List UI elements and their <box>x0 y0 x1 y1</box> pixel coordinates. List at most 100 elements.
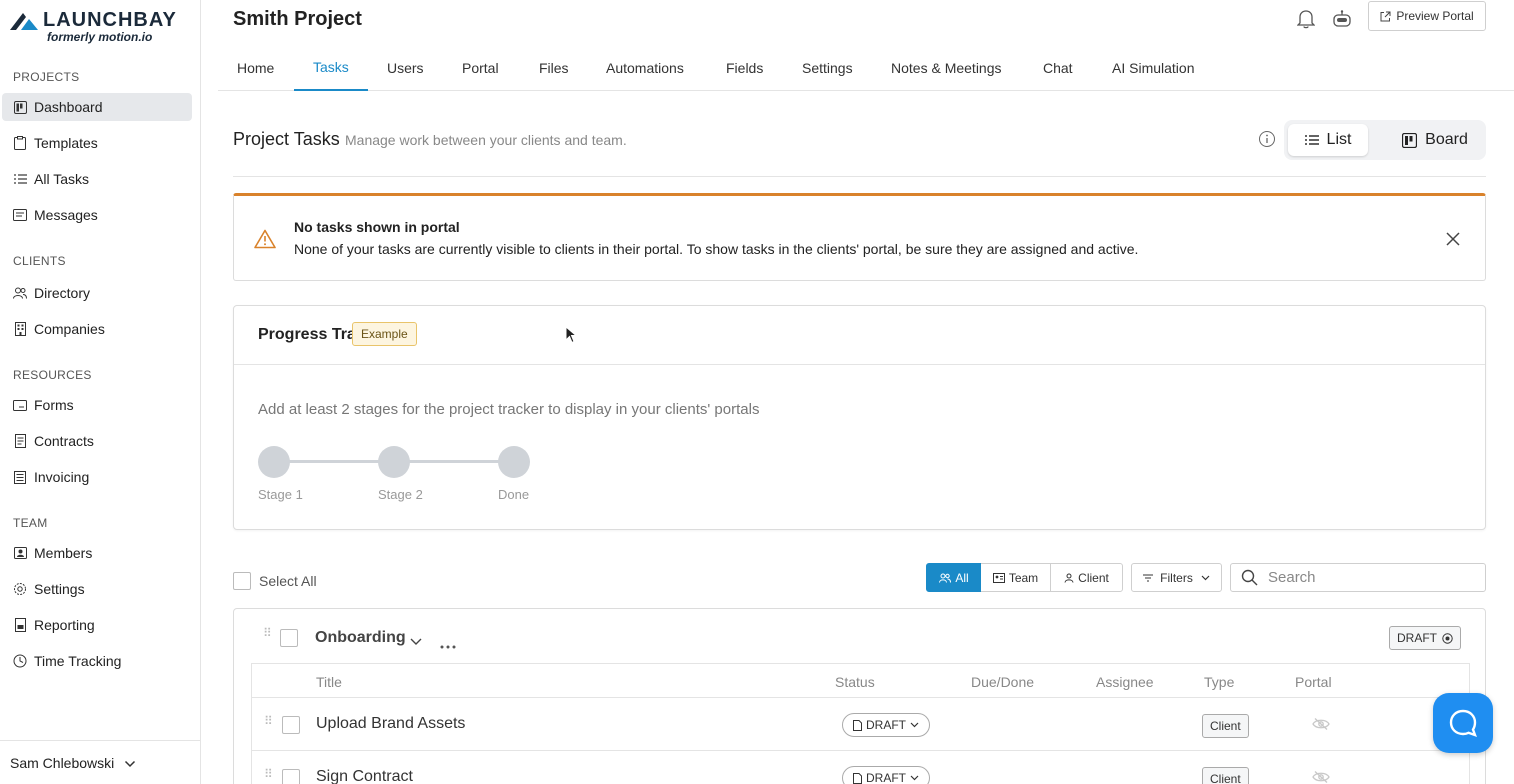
column-header-due-done[interactable]: Due/Done <box>971 674 1034 690</box>
select-all[interactable]: Select All <box>233 572 317 590</box>
chat-launcher-button[interactable] <box>1433 693 1493 753</box>
section-title: Project Tasks <box>233 129 340 149</box>
board-icon <box>13 100 27 114</box>
external-link-icon <box>1380 11 1391 22</box>
table-row[interactable]: ⠿ Upload Brand Assets DRAFT Client <box>252 697 1469 750</box>
drag-handle-icon[interactable]: ⠿ <box>263 627 272 639</box>
group-name[interactable]: Onboarding <box>315 629 406 647</box>
sidebar-item-directory[interactable]: Directory <box>2 279 192 307</box>
mouse-cursor-icon <box>565 325 578 347</box>
task-title[interactable]: Sign Contract <box>316 768 413 784</box>
sidebar-item-dashboard[interactable]: Dashboard <box>2 93 192 121</box>
filter-client-button[interactable]: Client <box>1050 563 1123 592</box>
column-header-assignee[interactable]: Assignee <box>1096 674 1154 690</box>
stage-label: Stage 1 <box>258 487 303 502</box>
sidebar-item-label: Contracts <box>34 433 94 449</box>
search-input[interactable] <box>1268 569 1468 586</box>
tab-portal[interactable]: Portal <box>443 44 518 91</box>
tab-automations[interactable]: Automations <box>587 44 703 91</box>
tab-files[interactable]: Files <box>520 44 588 91</box>
sidebar-item-label: Forms <box>34 397 74 413</box>
column-header-type[interactable]: Type <box>1204 674 1234 690</box>
row-checkbox[interactable] <box>282 716 300 734</box>
group-checkbox[interactable] <box>280 629 298 647</box>
sidebar-item-invoicing[interactable]: Invoicing <box>2 463 192 491</box>
task-title[interactable]: Upload Brand Assets <box>316 715 465 733</box>
sidebar-item-contracts[interactable]: Contracts <box>2 427 192 455</box>
sidebar-item-members[interactable]: Members <box>2 539 192 567</box>
select-all-label: Select All <box>259 573 317 589</box>
robot-icon[interactable] <box>1331 8 1353 30</box>
chevron-down-icon[interactable] <box>410 633 422 649</box>
launchbay-logo-icon <box>9 11 39 31</box>
filter-team-button[interactable]: Team <box>981 563 1051 592</box>
document-icon <box>853 772 862 784</box>
sidebar-item-templates[interactable]: Templates <box>2 129 192 157</box>
more-options-icon[interactable] <box>1437 776 1453 784</box>
report-icon <box>13 618 27 632</box>
status-dropdown[interactable]: DRAFT <box>842 713 930 737</box>
eye-hidden-icon[interactable] <box>1312 717 1330 733</box>
filter-all-button[interactable]: All <box>926 563 982 592</box>
list-view-button[interactable]: List <box>1288 124 1368 156</box>
sidebar-item-reporting[interactable]: Reporting <box>2 611 192 639</box>
user-menu[interactable]: Sam Chlebowski <box>0 740 200 784</box>
table-row[interactable]: ⠿ Sign Contract DRAFT Client <box>252 750 1469 784</box>
sidebar-item-messages[interactable]: Messages <box>2 201 192 229</box>
tab-fields[interactable]: Fields <box>707 44 782 91</box>
filters-dropdown[interactable]: Filters <box>1131 563 1222 592</box>
tab-notes-meetings[interactable]: Notes & Meetings <box>872 44 1021 91</box>
tab-chat[interactable]: Chat <box>1024 44 1092 91</box>
sidebar-item-settings[interactable]: Settings <box>2 575 192 603</box>
tab-settings[interactable]: Settings <box>783 44 872 91</box>
tracker-hint: Add at least 2 stages for the project tr… <box>258 401 760 418</box>
document-icon <box>13 434 27 448</box>
column-header-portal[interactable]: Portal <box>1295 674 1332 690</box>
tab-ai-simulation[interactable]: AI Simulation <box>1093 44 1213 91</box>
drag-handle-icon[interactable]: ⠿ <box>264 768 273 780</box>
member-icon <box>13 546 27 560</box>
list-icon <box>1304 134 1319 146</box>
sidebar-item-all-tasks[interactable]: All Tasks <box>2 165 192 193</box>
example-badge: Example <box>352 322 417 346</box>
sidebar-item-forms[interactable]: Forms <box>2 391 192 419</box>
info-icon[interactable] <box>1258 130 1276 148</box>
preview-portal-button[interactable]: Preview Portal <box>1368 1 1486 31</box>
tab-home[interactable]: Home <box>218 44 293 91</box>
list-icon <box>13 172 27 186</box>
drag-handle-icon[interactable]: ⠿ <box>264 715 273 727</box>
view-toggle: List Board <box>1284 120 1486 160</box>
chevron-down-icon <box>1201 575 1210 581</box>
building-icon <box>13 322 27 336</box>
alert-title: No tasks shown in portal <box>294 219 460 235</box>
project-tabs: Home Tasks Users Portal Files Automation… <box>218 44 1514 91</box>
group-status-label: DRAFT <box>1397 631 1437 645</box>
sidebar-item-label: Directory <box>34 285 91 301</box>
tab-tasks[interactable]: Tasks <box>294 44 368 91</box>
group-status-badge[interactable]: DRAFT <box>1389 626 1461 650</box>
filter-team-label: Team <box>1008 570 1039 585</box>
column-header-status[interactable]: Status <box>835 674 875 690</box>
tracker-header: Progress Tracker Example <box>234 306 1485 365</box>
sidebar-item-time-tracking[interactable]: Time Tracking <box>2 647 192 675</box>
filters-label: Filters <box>1160 570 1193 585</box>
close-icon[interactable] <box>1445 231 1461 247</box>
progress-tracker-card: Progress Tracker Example Add at least 2 … <box>233 305 1486 530</box>
bell-icon[interactable] <box>1295 8 1317 30</box>
row-checkbox[interactable] <box>282 769 300 784</box>
tab-users[interactable]: Users <box>368 44 443 91</box>
select-all-checkbox[interactable] <box>233 572 251 590</box>
status-dropdown[interactable]: DRAFT <box>842 766 930 784</box>
eye-hidden-icon[interactable] <box>1312 770 1330 784</box>
clipboard-icon <box>13 136 27 150</box>
brand-name: LAUNCHBAY <box>43 9 177 31</box>
brand-tagline: formerly motion.io <box>47 30 153 44</box>
user-icon <box>1064 573 1074 583</box>
board-view-button[interactable]: Board <box>1388 124 1482 156</box>
document-icon <box>853 719 862 731</box>
brand-logo[interactable]: LAUNCHBAY formerly motion.io <box>9 9 177 44</box>
column-header-title[interactable]: Title <box>316 674 342 690</box>
sidebar-item-companies[interactable]: Companies <box>2 315 192 343</box>
more-options-icon[interactable] <box>440 636 456 652</box>
target-icon <box>1442 632 1453 644</box>
